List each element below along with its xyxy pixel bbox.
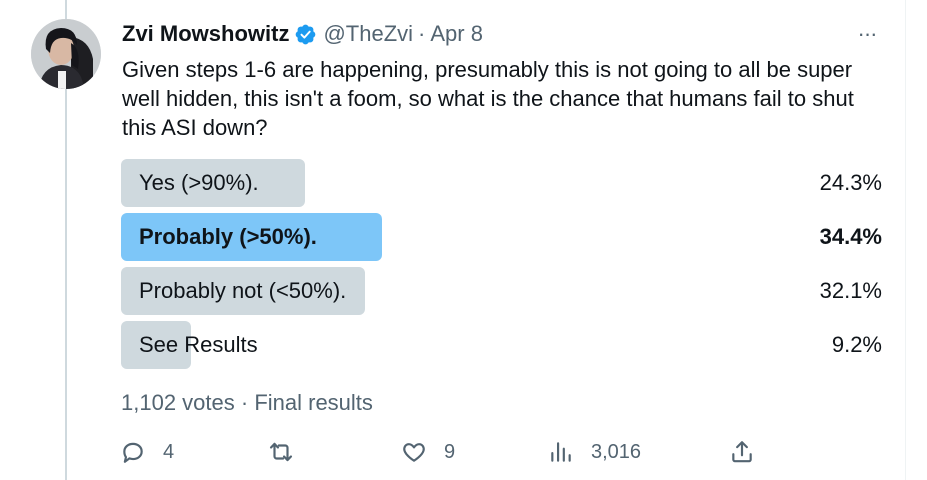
column-border [905, 0, 906, 480]
header-separator: · [418, 21, 426, 46]
poll-option: Probably (>50%). 34.4% [121, 213, 882, 261]
poll-option-label: See Results [139, 332, 258, 357]
reply-button[interactable]: 4 [120, 434, 174, 470]
like-button[interactable]: 9 [401, 434, 455, 470]
tweet-text: Given steps 1-6 are happening, presumabl… [122, 57, 854, 140]
action-bar: 4 9 3,016 [120, 434, 890, 470]
poll-option-percent: 9.2% [831, 332, 882, 357]
author-name[interactable]: Zvi Mowshowitz [122, 21, 289, 47]
poll-meta: 1,102 votes · Final results [121, 390, 373, 416]
avatar[interactable] [31, 19, 101, 89]
views-count: 3,016 [591, 440, 642, 463]
poll-option-percent: 34.4% [819, 224, 882, 249]
poll-meta-separator: · [240, 390, 249, 415]
views-icon [551, 442, 571, 462]
share-button[interactable] [729, 434, 755, 470]
poll-option-label: Probably not (<50%). [139, 278, 347, 303]
tweet-date[interactable]: Apr 8 [430, 21, 483, 47]
reply-icon [123, 442, 143, 463]
retweet-button[interactable] [268, 434, 311, 470]
poll-option-label: Yes (>90%). [139, 170, 259, 195]
poll-option-label: Probably (>50%). [139, 224, 317, 249]
poll-status: Final results [254, 390, 373, 415]
poll: Yes (>90%). 24.3% Probably (>50%). 34.4%… [121, 159, 882, 375]
poll-votes: 1,102 votes [121, 390, 235, 415]
profile-photo [31, 19, 101, 89]
share-icon [732, 441, 752, 463]
poll-option: Probably not (<50%). 32.1% [121, 267, 882, 315]
tweet-header: Zvi Mowshowitz @TheZvi · Apr 8 [122, 20, 483, 48]
verified-badge-icon [296, 24, 316, 44]
poll-option-percent: 24.3% [819, 170, 882, 195]
like-count: 9 [444, 440, 456, 463]
reply-count: 4 [163, 440, 175, 463]
poll-option-percent: 32.1% [819, 278, 882, 303]
heart-icon [403, 443, 425, 462]
poll-option: Yes (>90%). 24.3% [121, 159, 882, 207]
more-options-button[interactable]: ··· [852, 20, 882, 48]
views-button[interactable]: 3,016 [548, 434, 641, 470]
poll-option: See Results 9.2% [121, 321, 882, 369]
retweet-icon [269, 442, 293, 462]
author-handle[interactable]: @TheZvi [323, 21, 413, 47]
